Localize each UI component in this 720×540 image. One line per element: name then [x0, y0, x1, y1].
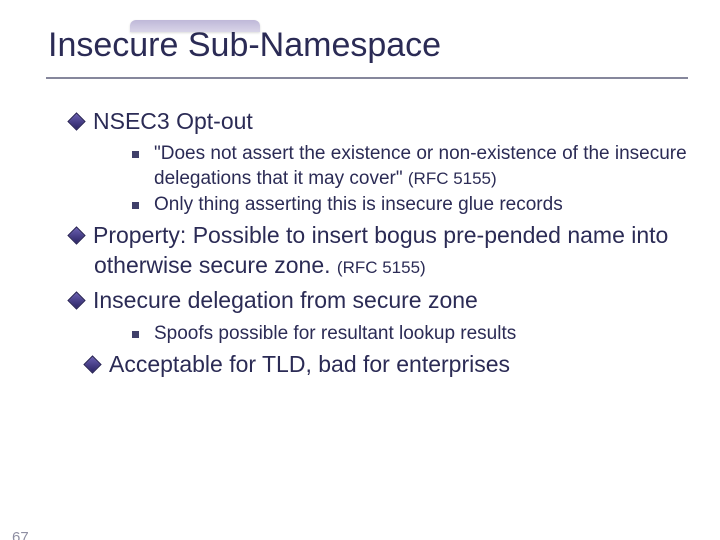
sub-bullet-group: Spoofs possible for resultant lookup res…	[132, 322, 690, 346]
page-number: 67	[12, 529, 29, 540]
bullet-text: Spoofs possible for resultant lookup res…	[154, 323, 516, 344]
bullet-level1: Acceptable for TLD, bad for enterprises	[110, 350, 690, 379]
diamond-icon	[67, 112, 85, 130]
diamond-icon	[67, 227, 85, 245]
rfc-reference: (RFC 5155)	[408, 169, 497, 188]
bullet-level1: Property: Possible to insert bogus pre-p…	[94, 221, 690, 280]
bullet-level2: Only thing asserting this is insecure gl…	[132, 193, 690, 217]
bullet-level2: Spoofs possible for resultant lookup res…	[132, 322, 690, 346]
bullet-level1: NSEC3 Opt-out	[94, 107, 690, 136]
slide-content: NSEC3 Opt-out "Does not assert the exist…	[70, 107, 690, 379]
diamond-icon	[83, 355, 101, 373]
bullet-text: Only thing asserting this is insecure gl…	[154, 194, 563, 215]
sub-bullet-group: "Does not assert the existence or non-ex…	[132, 142, 690, 217]
bullet-text: Insecure delegation from secure zone	[93, 287, 478, 313]
bullet-text: Acceptable for TLD, bad for enterprises	[109, 351, 510, 377]
bullet-level2: "Does not assert the existence or non-ex…	[132, 142, 690, 191]
slide-tab-decoration	[130, 20, 260, 32]
rfc-reference: (RFC 5155)	[337, 258, 426, 277]
bullet-text: NSEC3 Opt-out	[93, 108, 253, 134]
diamond-icon	[67, 292, 85, 310]
bullet-level1: Insecure delegation from secure zone	[94, 286, 690, 315]
